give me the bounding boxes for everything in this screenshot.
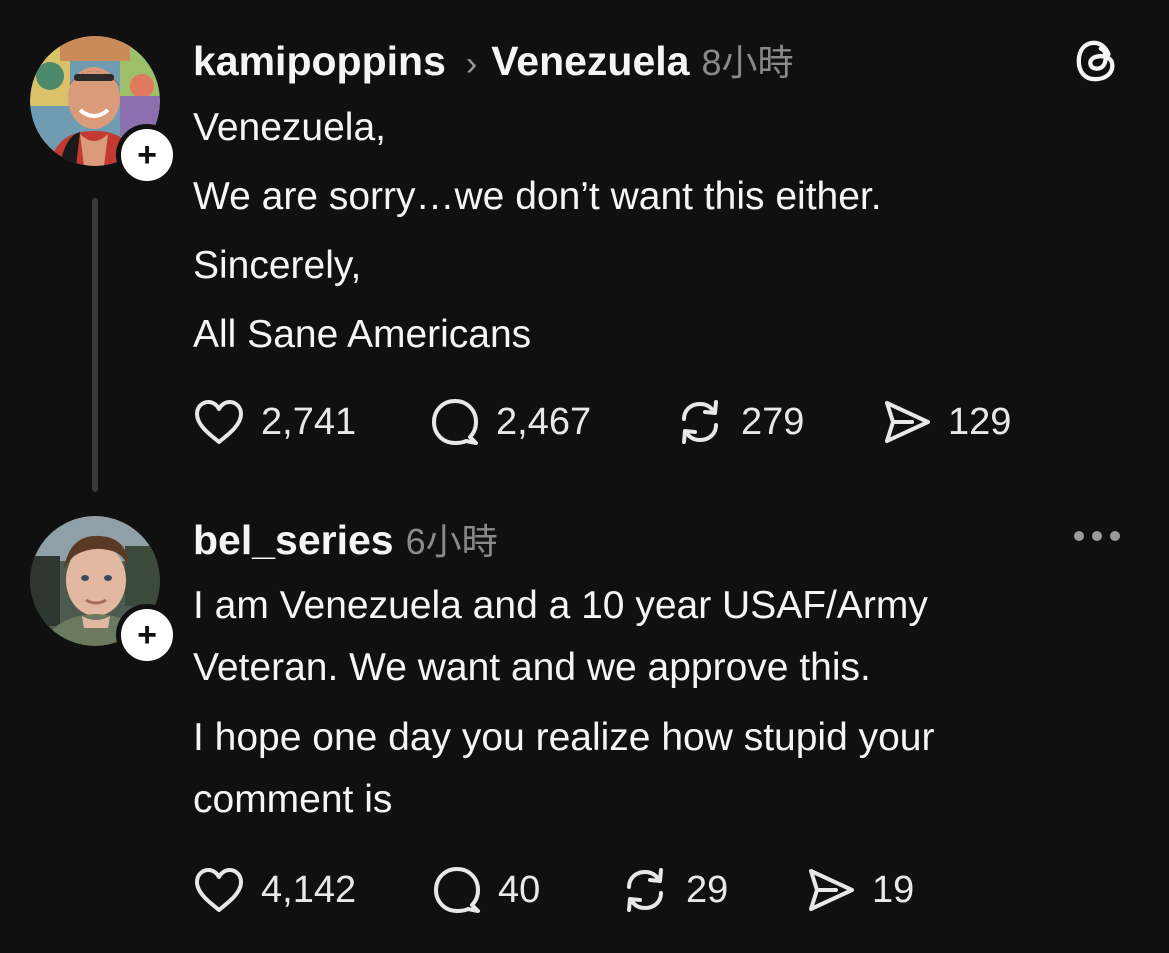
timestamp: 8小時 (701, 42, 794, 83)
post-text-line: I am Venezuela and a 10 year USAF/Army (193, 584, 928, 627)
plus-icon: + (137, 616, 157, 654)
post-header: bel_series 6小時 (193, 513, 498, 565)
share-count: 19 (872, 868, 915, 911)
heart-icon (195, 868, 243, 912)
like-button[interactable]: 2,741 (193, 392, 356, 452)
reply-count: 2,467 (496, 400, 592, 443)
like-count: 2,741 (261, 400, 357, 443)
thread-post: + bel_series 6小時 I am Venezuela and a 10… (0, 500, 1169, 953)
reply-count: 40 (498, 868, 541, 911)
thread-post: + kamipoppins › Venezuela 8小時 Venezuela,… (0, 0, 1169, 500)
follow-button[interactable]: + (116, 604, 178, 666)
repost-count: 279 (741, 400, 805, 443)
send-icon (885, 401, 930, 443)
chevron-right-icon: › (465, 45, 478, 83)
like-count: 4,142 (261, 868, 357, 911)
share-button[interactable]: 19 (806, 860, 914, 920)
username[interactable]: bel_series (193, 517, 394, 564)
plus-icon: + (137, 136, 157, 174)
repost-icon (682, 400, 718, 444)
post-text-line: Sincerely, (193, 244, 362, 287)
follow-button[interactable]: + (116, 124, 178, 186)
send-icon (809, 869, 854, 911)
post-body: I am Venezuela and a 10 year USAF/Army V… (193, 576, 934, 832)
username[interactable]: kamipoppins (193, 38, 446, 85)
reply-button[interactable]: 40 (432, 860, 540, 920)
repost-button[interactable]: 279 (675, 392, 804, 452)
post-text-line: Venezuela, (193, 106, 387, 149)
repost-button[interactable]: 29 (620, 860, 728, 920)
post-text-line: I hope one day you realize how stupid yo… (193, 716, 935, 759)
repost-count: 29 (686, 868, 729, 911)
repost-icon (627, 868, 663, 912)
timestamp: 6小時 (405, 521, 498, 562)
more-options-icon[interactable] (1071, 522, 1123, 550)
post-header: kamipoppins › Venezuela 8小時 (193, 34, 794, 86)
threads-logo-icon[interactable] (1074, 38, 1120, 84)
reply-icon (434, 867, 480, 913)
avatar-wrap[interactable]: + (30, 516, 178, 666)
community-tag[interactable]: Venezuela (491, 38, 689, 85)
post-body: Venezuela, We are sorry…we don’t want th… (193, 98, 882, 374)
share-count: 129 (948, 400, 1012, 443)
post-text-line: We are sorry…we don’t want this either. (193, 175, 882, 218)
reply-icon (432, 399, 478, 445)
post-text-line: comment is (193, 778, 393, 821)
post-text-line: All Sane Americans (193, 313, 532, 356)
like-button[interactable]: 4,142 (193, 860, 356, 920)
avatar-wrap[interactable]: + (30, 36, 178, 186)
share-button[interactable]: 129 (882, 392, 1011, 452)
post-text-line: Veteran. We want and we approve this. (193, 646, 871, 689)
heart-icon (195, 400, 243, 444)
action-bar: 4,142 40 29 19 (0, 860, 1169, 920)
reply-button[interactable]: 2,467 (430, 392, 591, 452)
action-bar: 2,741 2,467 279 129 (0, 392, 1169, 452)
